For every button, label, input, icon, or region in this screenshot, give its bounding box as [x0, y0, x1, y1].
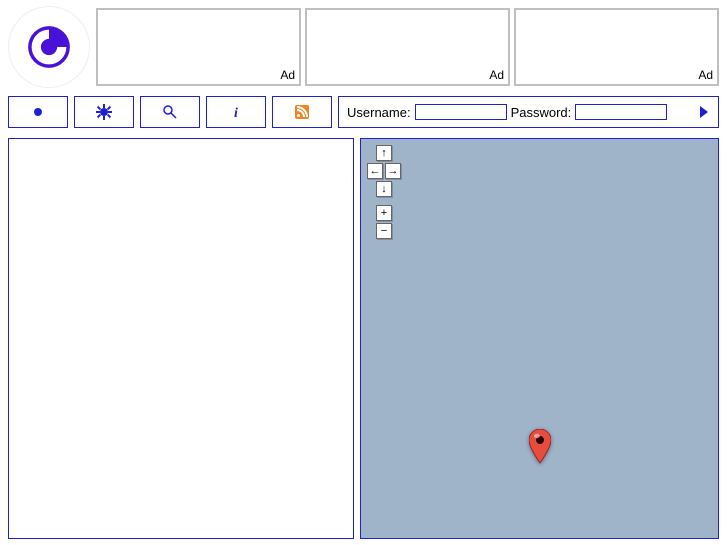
header-row: Ad Ad Ad [0, 0, 727, 88]
settings-button[interactable] [74, 96, 134, 128]
pan-left-button[interactable]: ← [367, 163, 383, 179]
pan-down-button[interactable]: ↓ [376, 181, 392, 197]
site-logo[interactable] [8, 6, 90, 88]
login-form: Username: Password: [338, 96, 719, 128]
zoom-out-button[interactable]: − [376, 223, 392, 239]
ad-slot-3[interactable]: Ad [514, 8, 719, 86]
side-panel [8, 138, 354, 539]
username-label: Username: [347, 105, 411, 120]
rss-button[interactable] [272, 96, 332, 128]
ad-row: Ad Ad Ad [96, 8, 719, 86]
login-submit-button[interactable] [698, 104, 710, 120]
info-button[interactable]: i [206, 96, 266, 128]
home-button[interactable] [8, 96, 68, 128]
ad-slot-2[interactable]: Ad [305, 8, 510, 86]
password-label: Password: [511, 105, 572, 120]
ad-label: Ad [698, 68, 713, 82]
password-input[interactable] [575, 104, 667, 120]
ad-label: Ad [489, 68, 504, 82]
svg-text:i: i [234, 106, 238, 120]
map-controls: ↑ ← → ↓ + − [367, 145, 401, 239]
toolbar: i Username: Password: [0, 88, 727, 134]
search-button[interactable] [140, 96, 200, 128]
ad-slot-1[interactable]: Ad [96, 8, 301, 86]
map[interactable]: ↑ ← → ↓ + − [360, 138, 719, 539]
ad-label: Ad [280, 68, 295, 82]
content-row: ↑ ← → ↓ + − [0, 134, 727, 539]
pan-right-button[interactable]: → [385, 163, 401, 179]
username-input[interactable] [415, 104, 507, 120]
zoom-in-button[interactable]: + [376, 205, 392, 221]
pan-up-button[interactable]: ↑ [376, 145, 392, 161]
map-marker-icon[interactable] [529, 429, 551, 468]
